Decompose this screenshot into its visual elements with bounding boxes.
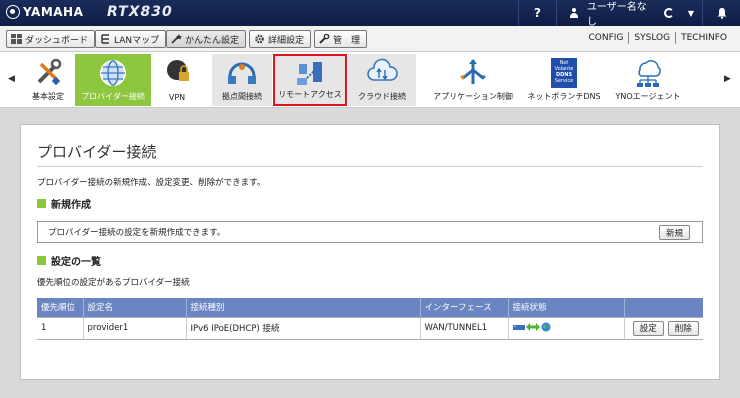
tile-remote-access-label: リモートアクセス: [278, 90, 342, 99]
connected-arrows-icon: [525, 323, 540, 331]
new-section-title: 新規作成: [51, 200, 91, 211]
table-header-row: 優先順位 設定名 接続種別 インターフェース 接続状態: [37, 298, 703, 317]
page-description: プロバイダー接続の新規作成、設定変更、削除ができます。: [37, 178, 266, 188]
syslog-link[interactable]: SYSLOG: [628, 32, 675, 44]
wrench-icon: [319, 34, 330, 44]
title-divider: [37, 166, 703, 167]
brand-name: YAMAHA: [23, 5, 84, 19]
nav-easy-setup-label: かんたん設定: [185, 35, 240, 46]
tile-cloud-connection-label: クラウド接続: [358, 92, 406, 101]
gear-icon: [255, 34, 264, 44]
nav-lanmap-label: LANマップ: [114, 35, 160, 46]
yamaha-logo: YAMAHA: [6, 5, 83, 19]
yamaha-emblem-icon: [6, 5, 20, 19]
wizard-icon: [171, 34, 182, 44]
cloud-icon: [367, 58, 398, 81]
cell-status: [508, 316, 625, 340]
tile-vpn-label: VPN: [168, 93, 186, 102]
new-create-box: プロバイダー接続の設定を新規作成できます。 新規: [37, 221, 703, 243]
cell-priority: 1: [37, 316, 84, 340]
tile-provider-connection[interactable]: プロバイダー接続: [75, 54, 151, 106]
top-header: YAMAHA RTX830 ? ユーザー名なし ▼: [0, 0, 740, 28]
router-icon: [512, 325, 525, 330]
section-marker-icon: [37, 199, 46, 208]
new-section-heading: 新規作成: [37, 196, 91, 211]
new-button[interactable]: 新規: [658, 225, 690, 240]
nav-dashboard-label: ダッシュボード: [25, 35, 89, 46]
user-icon: [569, 8, 579, 18]
tile-provider-connection-label: プロバイダー接続: [81, 92, 145, 101]
vpn-lock-icon: [167, 60, 189, 81]
ddns-icon-text-service: Service: [554, 78, 574, 84]
tile-site-to-site-label: 拠点間接続: [222, 92, 262, 101]
table-row: 1 provider1 IPv6 IPoE(DHCP) 接続 WAN/TUNNE…: [37, 316, 703, 340]
nav-dashboard-button[interactable]: ダッシュボード: [6, 30, 96, 48]
list-section-note: 優先順位の設定があるプロバイダー接続: [37, 278, 190, 288]
section-marker-icon: [37, 256, 46, 265]
new-create-text: プロバイダー接続の設定を新規作成できます。: [48, 228, 226, 238]
page-title: プロバイダー接続: [37, 143, 157, 161]
remote-access-icon: [297, 62, 322, 85]
tile-yno-agent-label: YNOエージェント: [615, 92, 681, 101]
nav-admin-label: 管 理: [333, 35, 361, 46]
scroll-left-arrow-icon[interactable]: ◀: [8, 74, 15, 84]
ddns-service-icon: Net Volante DDNS Service: [551, 58, 577, 88]
cell-type: IPv6 IPoE(DHCP) 接続: [186, 316, 421, 340]
internet-globe-icon: [541, 322, 550, 332]
cell-actions: 設定 削除: [624, 316, 703, 340]
tile-site-to-site[interactable]: 拠点間接続: [212, 54, 272, 106]
nav-easy-setup-button[interactable]: かんたん設定: [166, 30, 247, 48]
tile-cloud-connection[interactable]: クラウド接続: [348, 54, 416, 106]
nav-advanced-button[interactable]: 詳細設定: [249, 30, 312, 48]
chevron-down-icon: ▼: [687, 8, 695, 18]
main-nav: ダッシュボード LANマップ かんたん設定 詳細設定 管 理 CONFIG SY…: [0, 26, 740, 52]
yno-agent-icon: [637, 60, 661, 87]
nav-lanmap-button[interactable]: LANマップ: [95, 30, 167, 48]
tile-netvolante-dns-label: ネットボランチDNS: [527, 92, 601, 101]
cell-name: provider1: [83, 316, 187, 340]
connection-status-icons: [512, 322, 551, 332]
col-interface: インターフェース: [420, 298, 509, 317]
app-control-icon: [460, 59, 486, 84]
scroll-right-arrow-icon[interactable]: ▶: [724, 74, 731, 84]
user-menu[interactable]: ユーザー名なし ▼: [556, 0, 702, 28]
tile-application-control[interactable]: アプリケーション制御: [426, 54, 520, 106]
help-button[interactable]: ?: [518, 0, 556, 26]
feature-icon-bar: ◀ ▶ 基本設定 プロバイダー接続 VPN 拠点間接続 リモートアクセス クラウ…: [0, 52, 740, 108]
notification-button[interactable]: [702, 0, 740, 26]
status-spinner-icon: [663, 8, 674, 18]
tile-application-control-label: アプリケーション制御: [433, 92, 513, 101]
tile-yno-agent[interactable]: YNOエージェント: [610, 54, 686, 106]
model-name: RTX830: [107, 4, 173, 20]
lanmap-icon: [101, 34, 109, 44]
site-to-site-icon: [228, 62, 256, 84]
col-type: 接続種別: [186, 298, 421, 317]
tile-netvolante-dns[interactable]: Net Volante DDNS Service ネットボランチDNS: [524, 54, 604, 106]
provider-table: 優先順位 設定名 接続種別 インターフェース 接続状態 1 provider1 …: [37, 298, 703, 340]
col-actions: [624, 298, 703, 317]
techinfo-link[interactable]: TECHINFO: [675, 32, 732, 44]
tile-basic-settings[interactable]: 基本設定: [22, 54, 74, 106]
col-name: 設定名: [83, 298, 187, 317]
nav-admin-button[interactable]: 管 理: [314, 30, 368, 48]
col-priority: 優先順位: [37, 298, 84, 317]
globe-icon: [100, 60, 126, 86]
tools-icon: [37, 58, 62, 86]
list-section-heading: 設定の一覧: [37, 253, 101, 268]
tile-basic-settings-label: 基本設定: [32, 92, 64, 101]
config-link[interactable]: CONFIG: [584, 32, 629, 44]
edit-button[interactable]: 設定: [632, 320, 664, 336]
nav-advanced-label: 詳細設定: [268, 35, 305, 46]
delete-button[interactable]: 削除: [667, 320, 699, 336]
tile-remote-access[interactable]: リモートアクセス: [273, 54, 347, 106]
dashboard-icon: [11, 34, 22, 44]
list-section-title: 設定の一覧: [51, 257, 101, 268]
user-name: ユーザー名なし: [586, 2, 647, 28]
bell-icon: [717, 8, 726, 19]
content-panel: プロバイダー接続 プロバイダー接続の新規作成、設定変更、削除ができます。 新規作…: [20, 124, 720, 380]
cell-interface: WAN/TUNNEL1: [420, 316, 509, 340]
tile-vpn[interactable]: VPN: [154, 54, 200, 106]
col-status: 接続状態: [508, 298, 625, 317]
